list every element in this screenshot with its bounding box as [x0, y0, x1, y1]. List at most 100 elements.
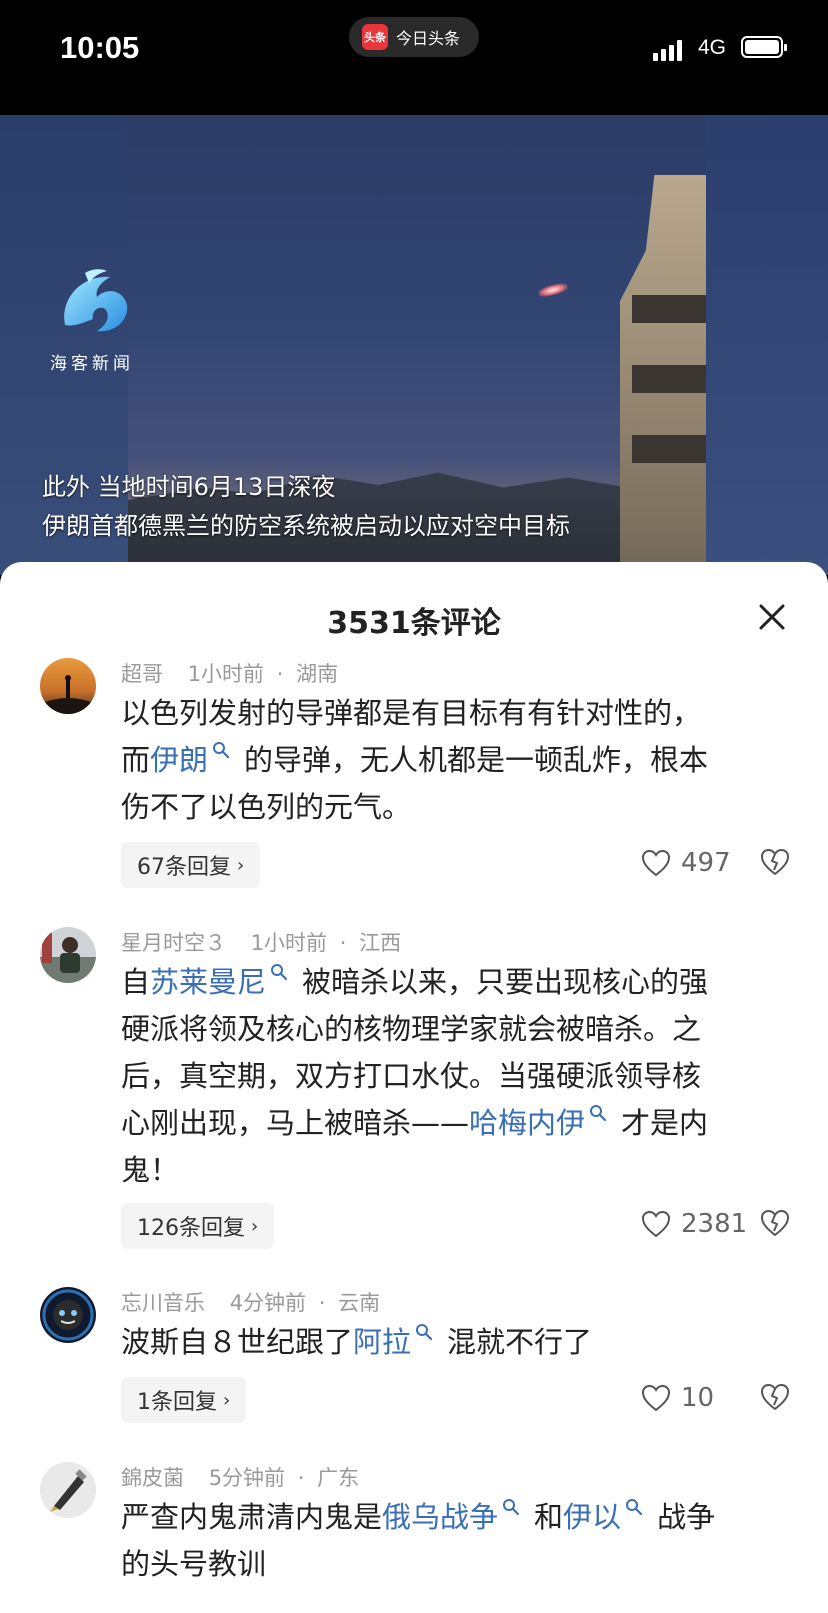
comment-text-segment: 被暗杀以来，只要出现核心的强 [302, 965, 709, 999]
comment-line: 硬派将领及核心的核物理学家就会被暗杀。之 [121, 1006, 791, 1053]
close-icon[interactable] [757, 602, 787, 632]
comment-text-segment: 心刚出现，马上被暗杀—— [121, 1106, 470, 1140]
search-icon [416, 1324, 433, 1341]
comment-time: 1小时前 [250, 931, 328, 955]
comment-text-segment: 和 [534, 1500, 564, 1534]
comment-text: 波斯自８世纪跟了阿拉 混就不行了 [121, 1319, 791, 1366]
comment-text-segment: 才是内 [621, 1106, 709, 1140]
replies-count: 67条回复 [137, 855, 231, 880]
app-name: 今日头条 [396, 29, 461, 48]
replies-count: 1条回复 [137, 1390, 217, 1415]
comment-line: 而伊朗 的导弹，无人机都是一顿乱炸，根本 [121, 737, 791, 784]
heart-icon [641, 1384, 671, 1412]
comments-sheet: 3531条评论 超哥 1小时前 · 湖南 以色列发射的导弹都是有目标有有针对性的… [0, 562, 828, 1613]
comment-line: 以色列发射的导弹都是有目标有有针对性的， [121, 690, 791, 737]
status-time: 10:05 [60, 30, 140, 65]
comment-location: 江西 [359, 931, 402, 955]
comment-line: 严查内鬼肃清内鬼是俄乌战争 和伊以 战争 [121, 1494, 791, 1541]
like-count: 497 [681, 848, 731, 878]
video-right-blur [705, 115, 828, 575]
meta-separator: · [318, 1291, 326, 1315]
keyword-search-link[interactable]: 阿拉 [353, 1324, 447, 1359]
like-button[interactable]: 10 [641, 1383, 714, 1413]
search-icon [213, 742, 230, 759]
comment-text-segment: 硬派将领及核心的核物理学家就会被暗杀。之 [121, 1012, 702, 1046]
comment-line: 的头号教训 [121, 1541, 791, 1588]
keyword-search-link[interactable]: 苏莱曼尼 [150, 964, 302, 999]
watermark-text: 海客新闻 [50, 354, 134, 374]
comment-text-segment: 鬼！ [121, 1153, 180, 1187]
avatar[interactable] [40, 658, 96, 714]
search-icon [626, 1499, 643, 1516]
comment-text-segment: 而 [121, 743, 151, 777]
chevron-right-icon: › [251, 1215, 259, 1237]
comment-username[interactable]: 星月时空３ [121, 931, 226, 955]
dynamic-island-app-pill[interactable]: 头条 今日头条 [349, 17, 479, 57]
like-count: 2381 [681, 1209, 748, 1239]
search-icon [590, 1105, 607, 1122]
building-window-band [632, 365, 706, 393]
meta-separator: · [276, 662, 284, 686]
search-icon [271, 964, 288, 981]
comment-line: 伤不了以色列的元气。 [121, 784, 791, 831]
comment-text: 以色列发射的导弹都是有目标有有针对性的， 而伊朗 的导弹，无人机都是一顿乱炸，根本伤… [121, 690, 791, 831]
comment-text-segment: 的头号教训 [121, 1547, 267, 1581]
avatar[interactable] [40, 1287, 96, 1343]
like-button[interactable]: 497 [641, 848, 731, 878]
search-icon [503, 1499, 520, 1516]
status-bar: 10:05 头条 今日头条 4G [0, 0, 828, 115]
avatar[interactable] [40, 927, 96, 983]
battery-icon [741, 36, 787, 58]
comment-username[interactable]: 錦皮菌 [121, 1466, 184, 1490]
comment-location: 广东 [317, 1466, 360, 1490]
comment-text-segment: 严查内鬼肃清内鬼是 [121, 1500, 383, 1534]
comments-count-title: 3531条评论 [327, 606, 501, 641]
heart-icon [641, 849, 671, 877]
comment-text: 自苏莱曼尼 被暗杀以来，只要出现核心的强硬派将领及核心的核物理学家就会被暗杀。之后… [121, 959, 791, 1194]
keyword-search-link[interactable]: 俄乌战争 [382, 1499, 534, 1534]
comment-username[interactable]: 忘川音乐 [121, 1291, 205, 1315]
keyword-search-link[interactable]: 伊以 [563, 1499, 657, 1534]
heart-icon [641, 1210, 671, 1238]
like-button[interactable]: 2381 [641, 1209, 747, 1239]
comment-text-segment: 后，真空期，双方打口水仗。当强硬派领导核 [121, 1059, 702, 1093]
broken-heart-dislike-icon[interactable] [760, 1383, 790, 1411]
view-replies-button[interactable]: 126条回复 › [121, 1203, 275, 1249]
toutiao-logo-icon: 头条 [362, 24, 388, 50]
replies-count: 126条回复 [137, 1216, 245, 1241]
haike-wave-logo-icon [64, 269, 128, 332]
comment-line: 自苏莱曼尼 被暗杀以来，只要出现核心的强 [121, 959, 791, 1006]
view-replies-button[interactable]: 1条回复 › [121, 1377, 247, 1423]
network-type: 4G [698, 36, 727, 59]
comment-text-segment: 混就不行了 [447, 1325, 593, 1359]
comment-location: 云南 [338, 1291, 381, 1315]
comment-text-segment: 战争 [657, 1500, 716, 1534]
subtitle-line-1: 此外 当地时间6月13日深夜 [42, 473, 336, 501]
comment-text: 严查内鬼肃清内鬼是俄乌战争 和伊以 战争的头号教训 [121, 1494, 791, 1588]
chevron-right-icon: › [223, 1389, 231, 1411]
comment-line: 后，真空期，双方打口水仗。当强硬派领导核 [121, 1053, 791, 1100]
broken-heart-dislike-icon[interactable] [760, 848, 790, 876]
broken-heart-dislike-icon[interactable] [760, 1209, 790, 1237]
comment-time: 5分钟前 [208, 1466, 286, 1490]
avatar[interactable] [40, 1462, 96, 1518]
watermark: 海客新闻 [50, 265, 150, 374]
video-player[interactable]: 海客新闻 此外 当地时间6月13日深夜 伊朗首都德黑兰的防空系统被启动以应对空中… [0, 115, 828, 575]
comment-text-segment: 伤不了以色列的元气。 [121, 790, 412, 824]
comment-text-segment: 波斯自８世纪跟了 [121, 1325, 354, 1359]
comment-text-segment: 自 [121, 965, 151, 999]
building-window-band [632, 295, 706, 323]
comment-time: 4分钟前 [229, 1291, 307, 1315]
comment-line: 鬼！ [121, 1147, 791, 1194]
keyword-search-link[interactable]: 哈梅内伊 [469, 1105, 621, 1140]
comment-line: 波斯自８世纪跟了阿拉 混就不行了 [121, 1319, 791, 1366]
subtitle-line-2: 伊朗首都德黑兰的防空系统被启动以应对空中目标 [42, 512, 570, 540]
comment-text-segment: 以色列发射的导弹都是有目标有有针对性的， [121, 696, 702, 730]
comment-line: 心刚出现，马上被暗杀——哈梅内伊 才是内 [121, 1100, 791, 1147]
view-replies-button[interactable]: 67条回复 › [121, 842, 261, 888]
signal-icon [653, 37, 682, 61]
keyword-search-link[interactable]: 伊朗 [150, 742, 244, 777]
comment-username[interactable]: 超哥 [121, 662, 163, 686]
meta-separator: · [339, 931, 347, 955]
comment-time: 1小时前 [187, 662, 265, 686]
